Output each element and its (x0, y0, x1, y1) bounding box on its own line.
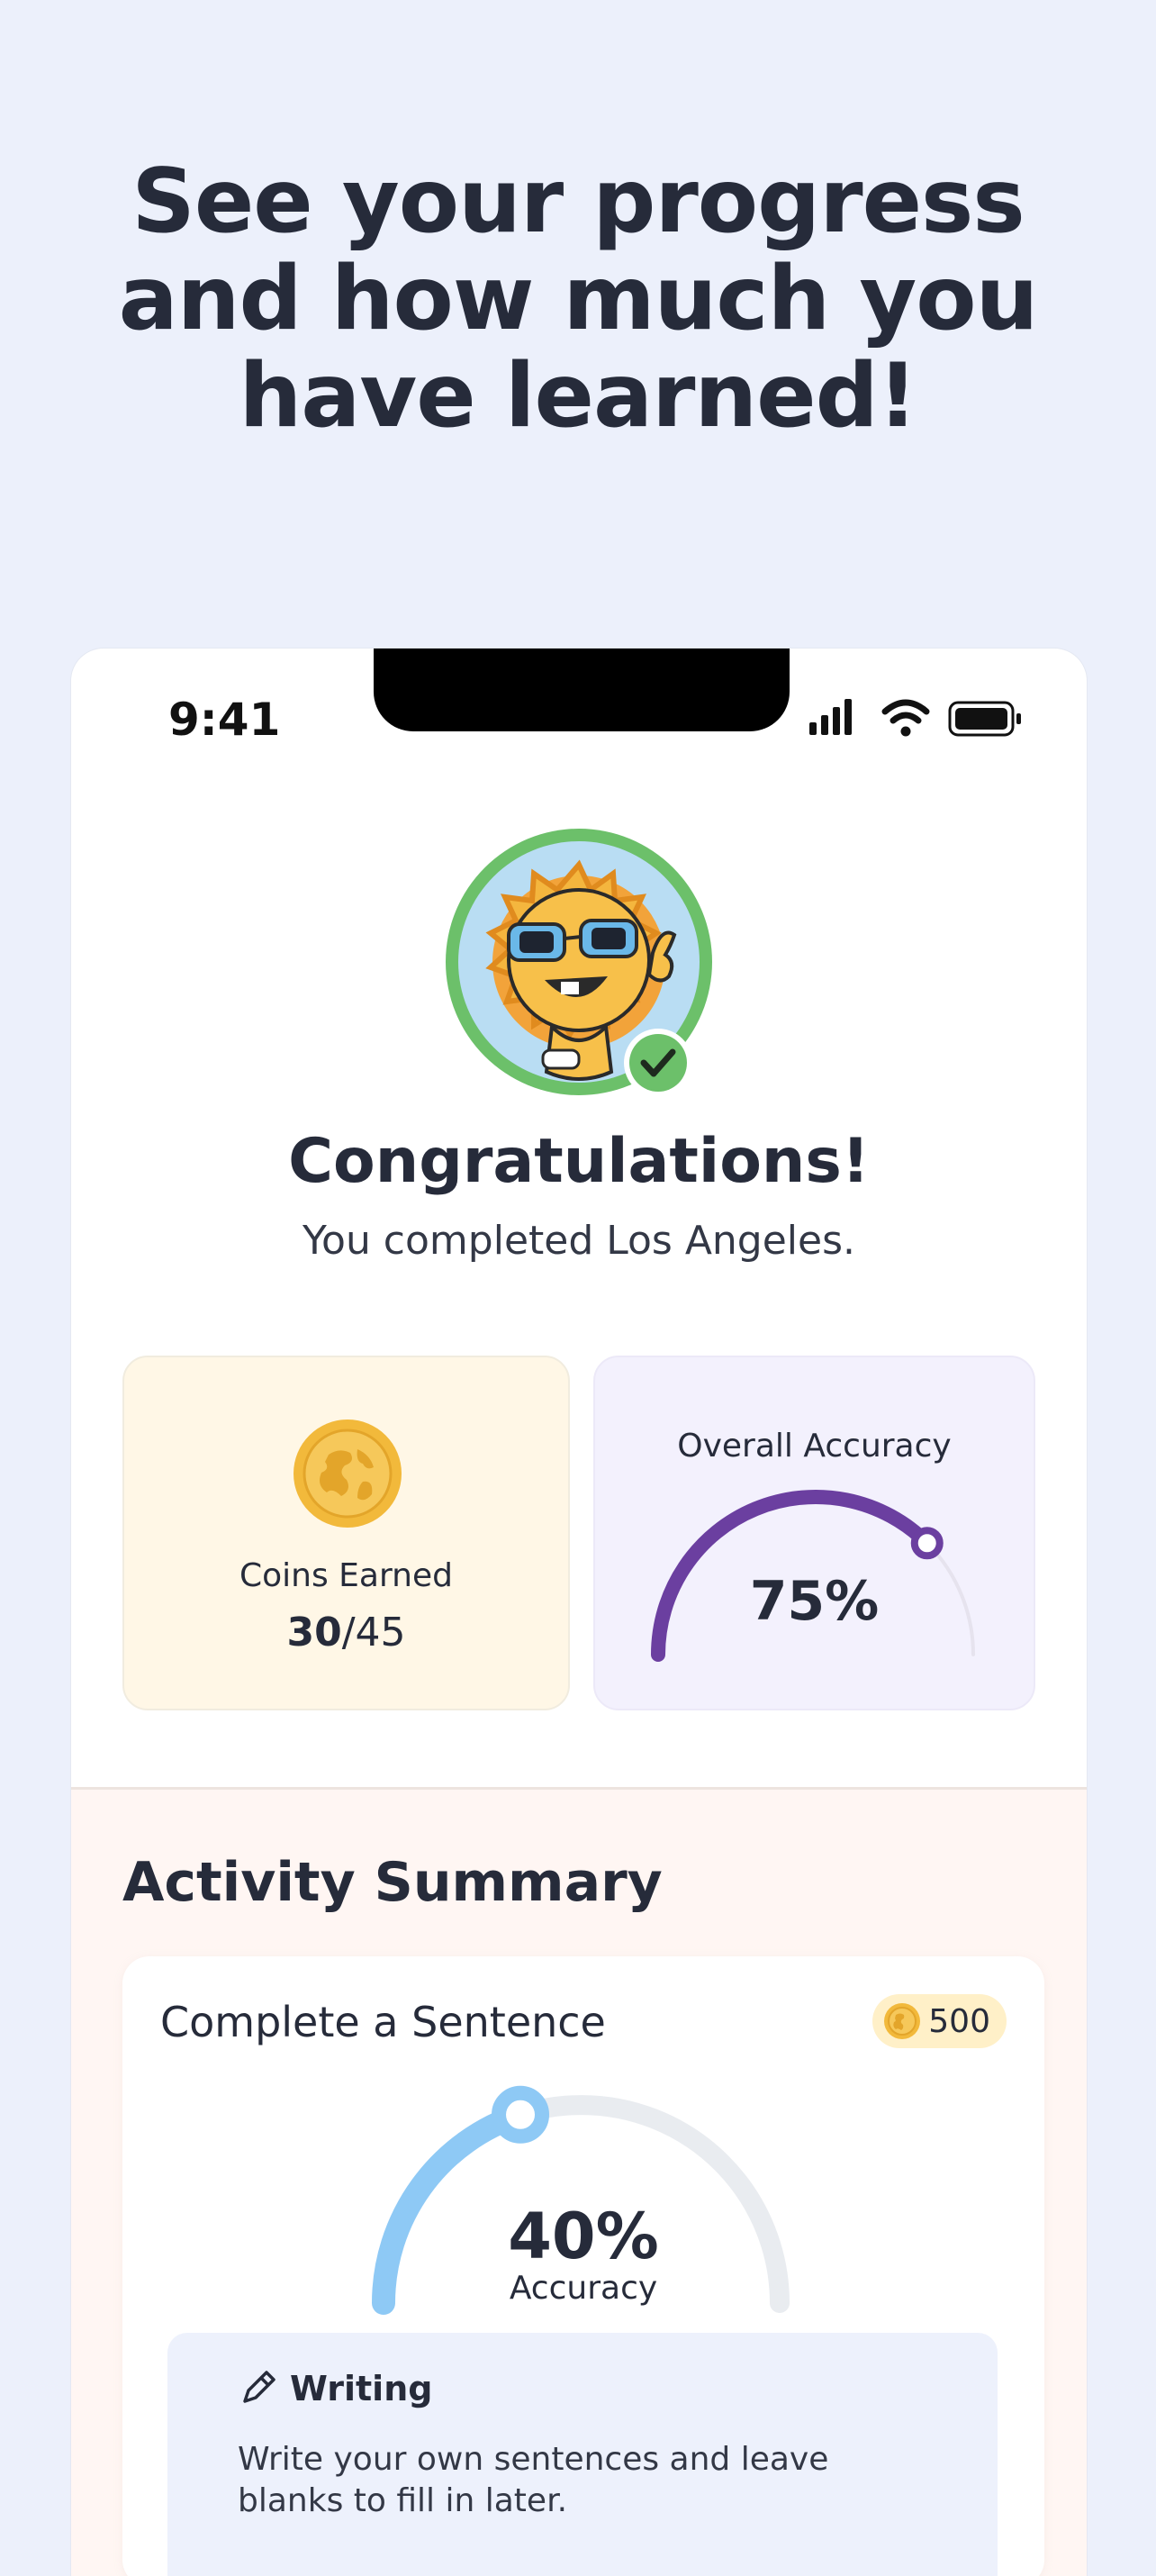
coins-label: Coins Earned (239, 1557, 453, 1594)
checkmark-icon (624, 1029, 692, 1097)
congrats-subtitle: You completed Los Angeles. (302, 1218, 856, 1264)
coins-card: Coins Earned 30/45 (122, 1356, 570, 1710)
phone-screen: 9:41 Congratulations! You completed Los … (71, 649, 1087, 2576)
activity-summary-section: Activity Summary Complete a Sentence 500… (71, 1787, 1087, 2576)
congrats-title: Congratulations! (288, 1126, 870, 1197)
writing-info-box: Writing Write your own sentences and lea… (167, 2333, 998, 2576)
coin-badge-value: 500 (928, 2002, 990, 2040)
writing-heading: Writing (238, 2369, 432, 2408)
activity-card[interactable]: Complete a Sentence 500 40% Accuracy Wri… (122, 1956, 1044, 2576)
status-icons (809, 699, 1021, 737)
signal-icon (809, 699, 852, 735)
writing-title: Writing (290, 2369, 433, 2408)
headline-line-3: have learned! (239, 345, 918, 448)
accuracy-value: 75% (749, 1570, 880, 1633)
coins-earned: 30 (286, 1610, 342, 1655)
activity-gauge-knob (492, 2085, 550, 2144)
battery-icon (948, 701, 1021, 737)
avatar (446, 829, 712, 1097)
wifi-icon (881, 699, 930, 737)
headline: See your progress and how much you have … (0, 153, 1156, 445)
activity-title: Complete a Sentence (160, 1998, 606, 2046)
activity-accuracy-value: 40% (508, 2200, 659, 2273)
coin-badge: 500 (872, 1994, 1007, 2048)
headline-line-1: See your progress (131, 150, 1025, 253)
activity-summary-title: Activity Summary (122, 1851, 663, 1914)
accuracy-card: Overall Accuracy 75% (593, 1356, 1035, 1710)
status-time: 9:41 (168, 694, 281, 746)
writing-description: Write your own sentences and leave blank… (238, 2441, 829, 2519)
accuracy-label: Overall Accuracy (677, 1428, 952, 1465)
coin-icon (884, 2003, 921, 2039)
activity-accuracy-caption: Accuracy (509, 2270, 658, 2307)
phone-notch (374, 649, 790, 731)
coin-icon (294, 1420, 402, 1528)
coins-total: /45 (341, 1610, 406, 1655)
pencil-icon (243, 2371, 275, 2403)
accuracy-gauge-knob (910, 1527, 944, 1560)
coins-value: 30/45 (124, 1610, 568, 1655)
headline-line-2: and how much you (118, 248, 1039, 350)
